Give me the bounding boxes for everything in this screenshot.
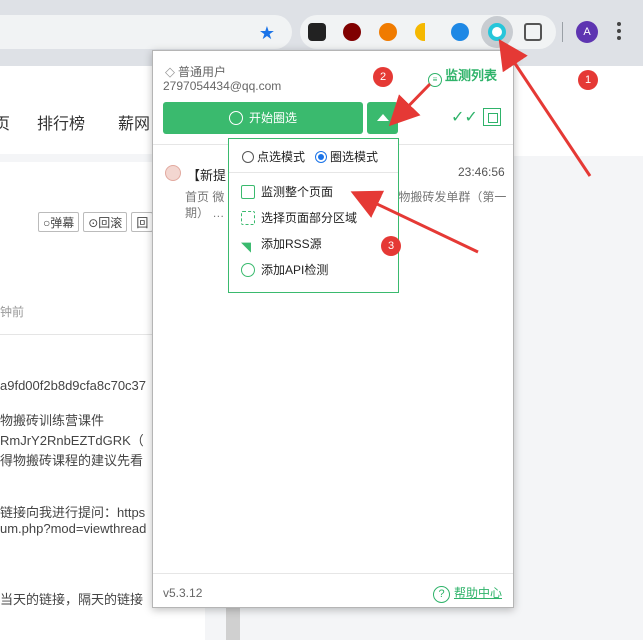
radio-point[interactable] <box>242 151 254 163</box>
monitor-list-link[interactable]: ≡ 监测列表 <box>428 65 497 87</box>
address-bar[interactable] <box>0 15 292 49</box>
region-select-icon <box>241 211 255 225</box>
api-cloud-icon <box>241 263 255 277</box>
item-time: 23:46:56 <box>458 165 505 179</box>
danmaku-controls: ○弹幕 ⊙回滚 回 <box>38 212 154 232</box>
post-line: 链接向我进行提问：https <box>0 505 146 520</box>
post-line: 得物搬砖课程的建议先看 <box>0 453 144 468</box>
mode-point[interactable]: 点选模式 <box>242 148 305 165</box>
extension-popup: ◇ 普通用户 2797054434@qq.com ≡ 监测列表 开始圈选 ✓✓ 【新… <box>152 50 514 608</box>
puzzle-extensions-icon[interactable] <box>524 23 542 41</box>
post-line: 物搬砖训练营课件 <box>0 413 105 428</box>
help-center-link[interactable]: ? 帮助中心 <box>433 584 502 603</box>
mark-all-read-icon[interactable]: ✓✓ <box>451 109 478 127</box>
menu-item-api[interactable]: 添加API检测 <box>241 261 328 279</box>
annotation-badge-2: 2 <box>373 67 393 87</box>
toolbar-divider <box>562 22 563 42</box>
mode-lasso[interactable]: 圈选模式 <box>315 148 378 165</box>
rss-icon: ◥ <box>241 239 251 254</box>
extra-button[interactable]: 回 <box>131 212 154 232</box>
radio-lasso[interactable] <box>315 151 328 163</box>
monitor-extension-icon[interactable] <box>488 23 506 41</box>
post-line: 当天的链接，隔天的链接 <box>0 592 144 607</box>
time-ago: 钟前 <box>0 305 25 319</box>
start-selection-button[interactable]: 开始圈选 <box>163 102 363 134</box>
item-title[interactable]: 【新提 <box>187 165 226 184</box>
nav-item-xinwang[interactable]: 薪网 <box>118 110 150 134</box>
dropdown-divider <box>229 172 398 173</box>
post-line: a9fd00f2b8d9cfa8c70c37 <box>0 378 147 393</box>
menu-item-partial-region[interactable]: 选择页面部分区域 <box>241 209 357 227</box>
nav-item-home[interactable]: 页 <box>0 110 10 134</box>
orange-extension-icon[interactable] <box>379 23 397 41</box>
mode-selector: 点选模式 圈选模式 <box>242 148 378 165</box>
danmaku-button[interactable]: ○弹幕 <box>38 212 80 232</box>
annotation-badge-1: 1 <box>578 70 598 90</box>
mode-dropdown-menu: 点选模式 圈选模式 监测整个页面 选择页面部分区域 ◥ 添加RSS源 添加API检… <box>228 138 399 293</box>
open-external-icon[interactable] <box>483 108 501 126</box>
footer-divider <box>153 573 513 574</box>
menu-item-rss[interactable]: ◥ 添加RSS源 <box>241 235 322 254</box>
robot-extension-icon[interactable] <box>308 23 326 41</box>
list-icon: ≡ <box>428 73 442 87</box>
menu-item-whole-page[interactable]: 监测整个页面 <box>241 183 333 201</box>
post-line: RmJrY2RnbEZTdGRK（ <box>0 433 144 448</box>
version-label: v5.3.12 <box>163 586 203 600</box>
post-line: um.php?mod=viewthread <box>0 521 147 536</box>
extensions-area <box>300 15 556 49</box>
cursor-icon <box>228 111 243 125</box>
nav-item-ranking[interactable]: 排行榜 <box>37 110 85 134</box>
mode-dropdown-button[interactable] <box>367 102 398 134</box>
question-icon: ? <box>433 586 450 603</box>
browser-menu-icon[interactable] <box>614 20 624 44</box>
user-type: ◇ 普通用户 <box>165 64 227 79</box>
diamond-icon: ◇ <box>165 64 175 79</box>
pulse-extension-icon[interactable] <box>451 23 469 41</box>
rollback-button[interactable]: ⊙回滚 <box>83 212 128 232</box>
annotation-badge-3: 3 <box>381 236 401 256</box>
page-icon <box>241 185 255 199</box>
ublock-icon[interactable] <box>343 23 361 41</box>
site-favicon-icon <box>165 165 181 181</box>
user-email: 2797054434@qq.com <box>163 79 282 93</box>
account-avatar[interactable]: A <box>576 21 598 43</box>
bookmark-star-icon[interactable]: ★ <box>256 22 278 44</box>
